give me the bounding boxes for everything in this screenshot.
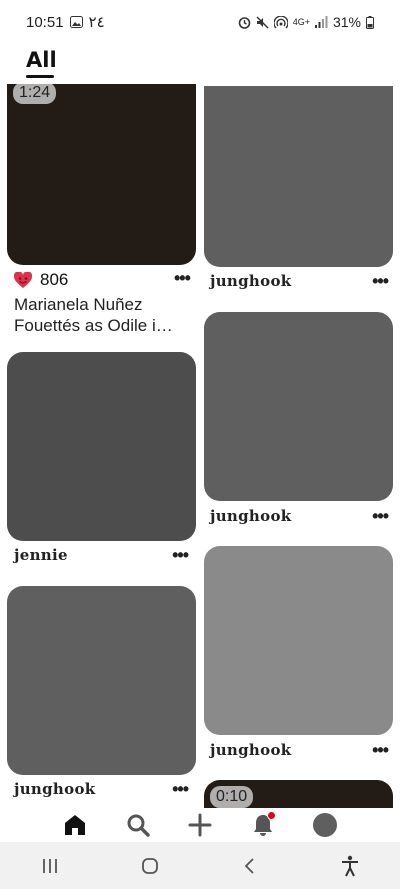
network-type: 4G+ — [292, 17, 310, 27]
pin-meta: junghook ••• — [14, 780, 189, 798]
pin-author[interactable]: junghook — [210, 507, 291, 525]
pin-feed[interactable]: 1:24 806 ••• Marianela Nuñez Fouettés as… — [0, 84, 400, 808]
bottom-navigation — [0, 808, 400, 842]
accessibility-icon[interactable] — [340, 855, 360, 877]
home-button-icon[interactable] — [140, 856, 160, 876]
pin-author[interactable]: junghook — [210, 272, 291, 290]
pin-title[interactable]: Marianela Nuñez Fouettés as Odile i… — [14, 294, 189, 336]
pin-author[interactable]: junghook — [210, 741, 291, 759]
pin-image[interactable]: 1:24 — [7, 84, 196, 265]
more-options-button[interactable]: ••• — [172, 780, 189, 798]
video-duration: 1:24 — [13, 84, 57, 104]
search-icon — [127, 814, 150, 837]
heart-eyes-icon — [14, 271, 32, 288]
plus-icon — [188, 813, 212, 837]
alarm-icon — [238, 16, 251, 29]
tab-all[interactable]: All — [26, 48, 57, 78]
pin-image[interactable]: 0:10 — [204, 780, 393, 808]
gallery-icon — [69, 16, 83, 28]
status-time: 10:51 — [26, 13, 64, 31]
status-date: ٢٤ — [88, 14, 105, 31]
pin-meta: junghook ••• — [210, 741, 389, 759]
more-options-button[interactable]: ••• — [172, 546, 189, 564]
pin-image[interactable] — [204, 86, 393, 267]
nav-create[interactable] — [185, 810, 215, 840]
pin-author[interactable]: junghook — [14, 780, 95, 798]
recent-apps-icon[interactable] — [40, 857, 60, 875]
back-icon[interactable] — [240, 856, 260, 876]
pin-likes: 806 — [14, 270, 68, 290]
pin-meta: junghook ••• — [210, 272, 389, 290]
tab-active-underline — [26, 75, 54, 78]
pin-author[interactable]: jennie — [14, 546, 68, 564]
more-options-button[interactable]: ••• — [174, 269, 191, 289]
battery-percent: 31% — [332, 14, 361, 30]
pin-image[interactable] — [7, 352, 196, 541]
battery-icon — [366, 15, 374, 29]
nav-search[interactable] — [123, 810, 153, 840]
more-options-button[interactable]: ••• — [372, 741, 389, 759]
nav-notifications[interactable] — [248, 810, 278, 840]
likes-count: 806 — [40, 270, 69, 289]
more-options-button[interactable]: ••• — [372, 272, 389, 290]
video-duration: 0:10 — [210, 786, 254, 808]
profile-icon — [313, 813, 337, 837]
pin-meta: junghook ••• — [210, 507, 389, 525]
pin-image[interactable] — [204, 546, 393, 735]
nav-profile[interactable] — [310, 810, 340, 840]
pin-image[interactable] — [204, 312, 393, 501]
hotspot-icon — [273, 15, 288, 28]
signal-icon — [314, 16, 328, 28]
home-icon — [65, 815, 85, 835]
more-options-button[interactable]: ••• — [372, 507, 389, 525]
pin-image[interactable] — [7, 586, 196, 775]
notification-dot — [266, 811, 276, 820]
mute-icon — [256, 16, 269, 28]
status-bar: 10:51 ٢٤ 4G+ 31% — [0, 0, 400, 44]
system-navigation-bar — [0, 842, 400, 889]
nav-home[interactable] — [60, 810, 90, 840]
pin-meta: jennie ••• — [14, 546, 189, 564]
tab-all-label: All — [26, 48, 57, 72]
